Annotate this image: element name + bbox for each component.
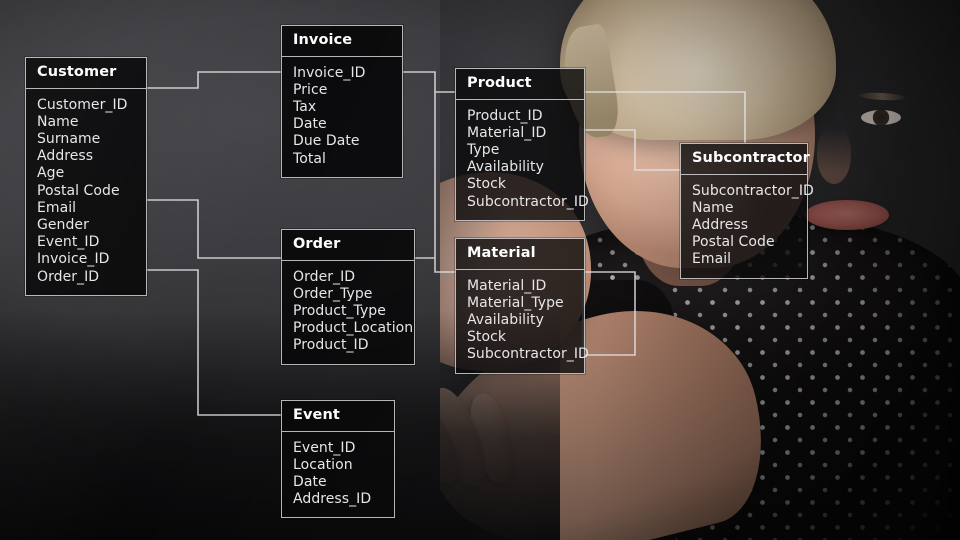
connector-customer-order xyxy=(145,199,281,259)
attribute: Event_ID xyxy=(37,234,100,251)
entity-attribute-list: Product_ID Material_ID Type Availability… xyxy=(456,100,589,220)
attribute: Order_Type xyxy=(293,285,373,302)
attribute: Date xyxy=(293,474,327,491)
attribute: Product_Type xyxy=(293,303,386,320)
entity-title: Material xyxy=(456,239,584,270)
attribute: Address xyxy=(692,217,749,234)
attribute: Postal Code xyxy=(692,234,775,251)
attribute: Total xyxy=(293,150,326,167)
entity-attribute-list: Subcontractor_ID Name Address Postal Cod… xyxy=(681,175,814,278)
connector-material-subcontractor xyxy=(583,271,636,356)
attribute: Address xyxy=(37,148,94,165)
entity-customer[interactable]: Customer Customer_ID Name Surname Addres… xyxy=(25,57,147,296)
attribute: Date xyxy=(293,116,327,133)
attribute: Product_ID xyxy=(467,107,543,124)
connector-product-subcontractor-2 xyxy=(583,129,680,171)
attribute: Subcontractor_ID xyxy=(467,346,589,363)
entity-attribute-list: Event_ID Location Date Address_ID xyxy=(282,432,394,518)
attribute: Material_ID xyxy=(467,124,547,141)
attribute: Invoice_ID xyxy=(37,251,110,268)
connector-product-subcontractor xyxy=(583,91,746,143)
attribute: Invoice_ID xyxy=(293,64,366,81)
attribute: Price xyxy=(293,81,328,98)
entity-title: Customer xyxy=(26,58,146,89)
attribute: Subcontractor_ID xyxy=(692,182,814,199)
entity-title: Product xyxy=(456,69,584,100)
entity-material[interactable]: Material Material_ID Material_Type Avail… xyxy=(455,238,589,374)
entity-attribute-list: Customer_ID Name Surname Address Age Pos… xyxy=(26,89,146,295)
attribute: Type xyxy=(467,142,500,159)
attribute: Age xyxy=(37,165,65,182)
entity-attribute-list: Material_ID Material_Type Availability S… xyxy=(456,270,589,373)
connector-invoice-material xyxy=(434,92,455,273)
entity-product[interactable]: Product Product_ID Material_ID Type Avai… xyxy=(455,68,589,221)
attribute: Stock xyxy=(467,329,506,346)
attribute: Order_ID xyxy=(37,268,100,285)
entity-subcontractor[interactable]: Subcontractor Subcontractor_ID Name Addr… xyxy=(680,143,814,279)
connector-customer-event xyxy=(145,269,281,416)
attribute: Material_ID xyxy=(467,277,547,294)
attribute: Order_ID xyxy=(293,268,356,285)
attribute: Customer_ID xyxy=(37,96,128,113)
entity-attribute-list: Order_ID Order_Type Product_Type Product… xyxy=(282,261,414,364)
attribute: Due Date xyxy=(293,133,360,150)
screenshot-stage: Customer Customer_ID Name Surname Addres… xyxy=(0,0,960,540)
attribute: Gender xyxy=(37,216,89,233)
attribute: Product_Location xyxy=(293,320,414,337)
attribute: Email xyxy=(692,251,732,268)
entity-invoice[interactable]: Invoice Invoice_ID Price Tax Date Due Da… xyxy=(281,25,403,178)
attribute: Location xyxy=(293,456,353,473)
attribute: Material_Type xyxy=(467,294,564,311)
attribute: Product_ID xyxy=(293,337,369,354)
attribute: Subcontractor_ID xyxy=(467,193,589,210)
attribute: Tax xyxy=(293,99,317,116)
attribute: Event_ID xyxy=(293,439,356,456)
attribute: Stock xyxy=(467,176,506,193)
entity-title: Event xyxy=(282,401,394,432)
attribute: Surname xyxy=(37,131,101,148)
entity-attribute-list: Invoice_ID Price Tax Date Due Date Total xyxy=(282,57,402,177)
entity-title: Subcontractor xyxy=(681,144,810,175)
entity-event[interactable]: Event Event_ID Location Date Address_ID xyxy=(281,400,395,519)
connector-invoice-product xyxy=(401,71,455,93)
entity-title: Order xyxy=(282,230,414,261)
attribute: Email xyxy=(37,199,77,216)
entity-order[interactable]: Order Order_ID Order_Type Product_Type P… xyxy=(281,229,415,365)
attribute: Name xyxy=(692,199,734,216)
connector-customer-invoice xyxy=(145,71,281,89)
entity-title: Invoice xyxy=(282,26,402,57)
attribute: Address_ID xyxy=(293,491,372,508)
attribute: Postal Code xyxy=(37,182,120,199)
attribute: Name xyxy=(37,113,79,130)
attribute: Availability xyxy=(467,159,544,176)
attribute: Availability xyxy=(467,312,544,329)
